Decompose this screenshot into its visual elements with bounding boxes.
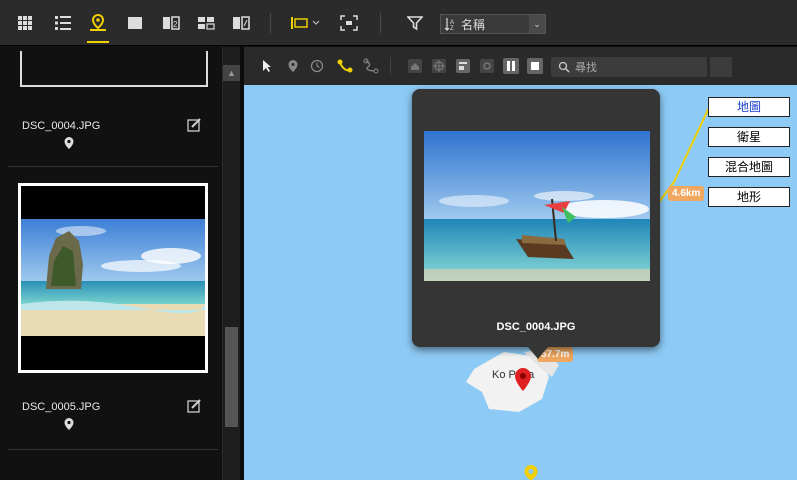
photo-filename: DSC_0005.JPG — [22, 401, 101, 413]
location-pin-icon — [64, 418, 74, 430]
map-type-satellite[interactable]: 衛星 — [708, 127, 790, 147]
stop-icon[interactable] — [526, 57, 544, 75]
select-arrow-icon[interactable] — [258, 57, 276, 75]
selected-thumbnail[interactable] — [18, 183, 208, 373]
filter-icon[interactable] — [404, 12, 426, 34]
photo-filename: DSC_0004.JPG — [22, 120, 101, 132]
distance-label: 4.6km — [668, 186, 705, 201]
single-view-icon[interactable] — [124, 12, 146, 34]
map-view-icon[interactable] — [87, 12, 109, 34]
filmstrip-panel: DSC_0004.JPG DSC_0005.JPG ▲ — [0, 47, 242, 480]
beach-photo-thumbnail — [21, 219, 205, 336]
map-type-hybrid[interactable]: 混合地圖 — [708, 157, 790, 177]
edit-icon[interactable] — [187, 398, 203, 414]
map-toolbar: 尋找 — [244, 47, 797, 85]
search-icon — [558, 61, 570, 73]
popup-photo — [424, 131, 650, 281]
settings-icon[interactable] — [478, 57, 496, 75]
map-type-roadmap[interactable]: 地圖 — [708, 97, 790, 117]
search-placeholder: 尋找 — [575, 62, 597, 74]
sort-dropdown[interactable]: AZ 名稱 ⌄ — [440, 14, 546, 34]
popup-tail — [528, 347, 548, 359]
fullscreen-icon[interactable] — [338, 12, 360, 34]
map-type-terrain[interactable]: 地形 — [708, 187, 790, 207]
thumbnail-frame[interactable] — [20, 51, 208, 87]
list-divider — [8, 449, 218, 450]
chevron-down-icon: ⌄ — [529, 15, 545, 33]
toolbar-separator — [390, 57, 391, 75]
active-tab-indicator — [87, 41, 109, 43]
pin-tool-icon[interactable] — [284, 57, 302, 75]
locate-icon[interactable] — [430, 57, 448, 75]
svg-text:2: 2 — [173, 20, 178, 29]
grid-view-icon[interactable] — [14, 12, 36, 34]
compare-layout-icon[interactable] — [230, 12, 252, 34]
pause-icon[interactable] — [502, 57, 520, 75]
toolbar-separator — [270, 13, 271, 33]
photo-popup: DSC_0004.JPG — [412, 89, 660, 359]
search-box-end — [710, 57, 732, 77]
app-window: 2 AZ 名稱 ⌄ DSC_0004.JPG DSC_0005.JPG ▲ 尋找… — [0, 0, 797, 480]
scrollbar-thumb[interactable] — [225, 327, 238, 427]
scrollbar[interactable]: ▲ — [222, 47, 240, 480]
toolbar-separator — [380, 13, 381, 33]
svg-text:Z: Z — [450, 26, 454, 31]
track-log-icon[interactable] — [336, 57, 354, 75]
map-search-box[interactable]: 尋找 — [551, 57, 707, 77]
top-toolbar: 2 AZ 名稱 ⌄ — [0, 0, 797, 46]
map-view[interactable]: 尋找 地圖 衛星 混合地圖 地形 4.6km 57.7m Ko Poda DSC… — [244, 47, 797, 480]
popup-title: DSC_0004.JPG — [496, 321, 576, 333]
thumbnail-position-icon[interactable] — [290, 12, 312, 34]
compare-2-icon[interactable]: 2 — [160, 12, 182, 34]
location-pin-icon — [64, 137, 74, 149]
edit-icon[interactable] — [187, 117, 203, 133]
clock-pin-icon[interactable] — [308, 57, 326, 75]
info-panel-icon[interactable] — [454, 57, 472, 75]
chevron-up-icon[interactable]: ▲ — [223, 65, 240, 81]
route-edit-icon[interactable] — [362, 57, 380, 75]
list-view-icon[interactable] — [52, 12, 74, 34]
home-icon[interactable] — [406, 57, 424, 75]
sort-label: 名稱 — [461, 17, 486, 32]
compare-4-icon[interactable] — [195, 12, 217, 34]
sort-icon: AZ — [444, 18, 454, 31]
list-divider — [8, 166, 218, 167]
location-marker-icon[interactable] — [513, 367, 533, 393]
chevron-down-icon[interactable] — [310, 12, 322, 34]
waypoint-marker-icon[interactable] — [523, 464, 539, 480]
